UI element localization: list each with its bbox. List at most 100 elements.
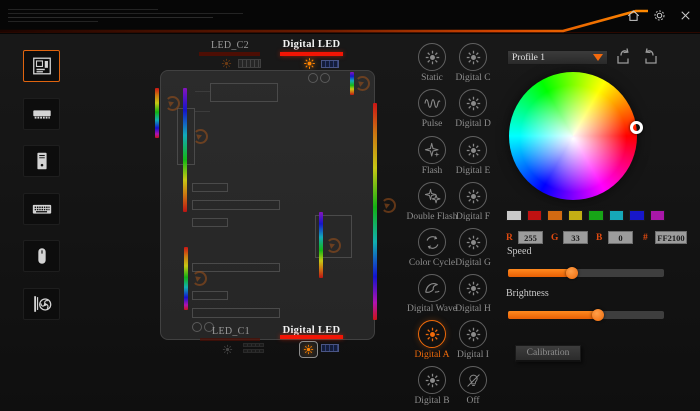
effect-digital-c[interactable]: Digital C: [443, 43, 503, 83]
led-c1-connector: [243, 343, 264, 347]
color-wheel-selector[interactable]: [630, 121, 643, 134]
rgb-led-strip: [184, 247, 188, 310]
digital-g-effect-icon: [459, 228, 487, 256]
led-c2-mode-icon[interactable]: [220, 57, 233, 70]
export-profile-icon[interactable]: [640, 47, 661, 66]
sidebar-item-mouse[interactable]: [23, 240, 60, 272]
board-standoff: [308, 73, 318, 83]
brightness-slider-fill: [508, 311, 598, 319]
profile-dropdown-value: Profile 1: [512, 53, 545, 63]
digital-led-top-connector: [321, 60, 339, 68]
color-swatch[interactable]: [588, 210, 604, 221]
effect-digital-f[interactable]: Digital F: [443, 182, 503, 222]
led-c1-mode-icon[interactable]: [221, 343, 234, 356]
green-label: G: [551, 233, 559, 243]
led-zone-marker-icon[interactable]: [165, 96, 180, 111]
effect-digital-d[interactable]: Digital D: [443, 89, 503, 129]
chevron-down-icon: [593, 54, 603, 61]
led-c1-connector: [243, 349, 264, 353]
effect-off[interactable]: Off: [443, 366, 503, 406]
hex-label: #: [643, 233, 651, 243]
digital-led-top-mode-icon[interactable]: [302, 56, 317, 71]
calibration-button[interactable]: Calibration: [515, 345, 581, 362]
rgb-led-strip: [183, 88, 187, 212]
effect-digital-g[interactable]: Digital G: [443, 228, 503, 268]
effect-digital-e[interactable]: Digital E: [443, 136, 503, 176]
board-slot: [192, 218, 228, 227]
rgb-led-strip: [319, 212, 323, 278]
color-swatch[interactable]: [650, 210, 666, 221]
import-profile-icon[interactable]: [613, 47, 634, 66]
brightness-label: Brightness: [506, 288, 549, 299]
settings-gear-icon[interactable]: [651, 7, 668, 24]
cpu-socket: [210, 83, 278, 102]
board-standoff: [320, 73, 330, 83]
hex-value-field[interactable]: FF2100: [655, 231, 687, 244]
double-flash-effect-icon: [418, 182, 446, 210]
effect-digital-h[interactable]: Digital H: [443, 274, 503, 314]
sidebar-item-memory[interactable]: [23, 98, 60, 130]
color-control-panel: Profile 1 R 255 G 33 B 0 #: [505, 34, 700, 411]
led-zone-marker-icon[interactable]: [326, 238, 341, 253]
digital-i-effect-icon: [459, 320, 487, 348]
graphics-card-fan-icon: [30, 293, 54, 315]
led-c1-strip: [200, 338, 260, 341]
brightness-slider[interactable]: [508, 311, 664, 319]
digital-e-effect-icon: [459, 136, 487, 164]
blue-value-field[interactable]: 0: [608, 231, 633, 244]
led-zone-marker-icon[interactable]: [192, 271, 207, 286]
digital-a-effect-icon: [418, 320, 446, 348]
motherboard-icon: [30, 55, 54, 77]
home-icon[interactable]: [625, 7, 642, 24]
sidebar-item-motherboard[interactable]: [23, 50, 60, 82]
off-effect-icon: [459, 366, 487, 394]
effect-digital-i[interactable]: Digital I: [443, 320, 503, 360]
color-swatch[interactable]: [609, 210, 625, 221]
blue-label: B: [596, 233, 604, 243]
speed-slider-fill: [508, 269, 572, 277]
led-c2-label: LED_C2: [199, 40, 261, 51]
board-slot: [192, 200, 280, 210]
digital-led-bottom-mode-button[interactable]: [299, 341, 318, 358]
red-value-field[interactable]: 255: [518, 231, 543, 244]
color-wheel[interactable]: [509, 72, 637, 200]
mouse-icon: [30, 245, 54, 267]
close-icon[interactable]: [677, 7, 694, 24]
accent-swoosh: [0, 0, 700, 34]
sidebar-item-keyboard[interactable]: [23, 193, 60, 225]
board-trace: [195, 111, 210, 112]
board-trace: [195, 91, 210, 92]
lighting-effects-panel: Static Digital C Pulse Digital D Flash D…: [400, 34, 510, 411]
led-zone-marker-icon[interactable]: [193, 129, 208, 144]
digital-led-top-label: Digital LED: [280, 39, 343, 50]
static-effect-icon: [418, 43, 446, 71]
led-zone-marker-icon[interactable]: [355, 76, 370, 91]
brightness-slider-handle[interactable]: [592, 309, 604, 321]
speed-slider-handle[interactable]: [566, 267, 578, 279]
board-slot: [192, 183, 228, 192]
color-swatch[interactable]: [547, 210, 563, 221]
green-value-field[interactable]: 33: [563, 231, 588, 244]
rgb-led-strip: [155, 88, 159, 138]
led-zone-marker-icon[interactable]: [381, 198, 396, 213]
color-swatch[interactable]: [568, 210, 584, 221]
led-c2-strip: [199, 52, 260, 56]
profile-dropdown[interactable]: Profile 1: [507, 50, 608, 65]
color-swatch[interactable]: [629, 210, 645, 221]
flash-effect-icon: [418, 136, 446, 164]
speed-slider[interactable]: [508, 269, 664, 277]
sidebar-item-pc-case[interactable]: [23, 145, 60, 177]
color-swatch[interactable]: [527, 210, 543, 221]
color-swatch[interactable]: [506, 210, 522, 221]
pc-case-icon: [30, 150, 54, 172]
led-c1-label: LED_C1: [200, 326, 262, 337]
rgb-led-strip: [373, 103, 377, 320]
color-swatches: [506, 210, 665, 221]
sidebar-item-graphics-fan[interactable]: [23, 288, 60, 320]
pulse-effect-icon: [418, 89, 446, 117]
keyboard-icon: [30, 198, 54, 220]
window-controls: [625, 7, 694, 24]
color-cycle-effect-icon: [418, 228, 446, 256]
digital-d-effect-icon: [459, 89, 487, 117]
titlebar: [0, 0, 700, 34]
